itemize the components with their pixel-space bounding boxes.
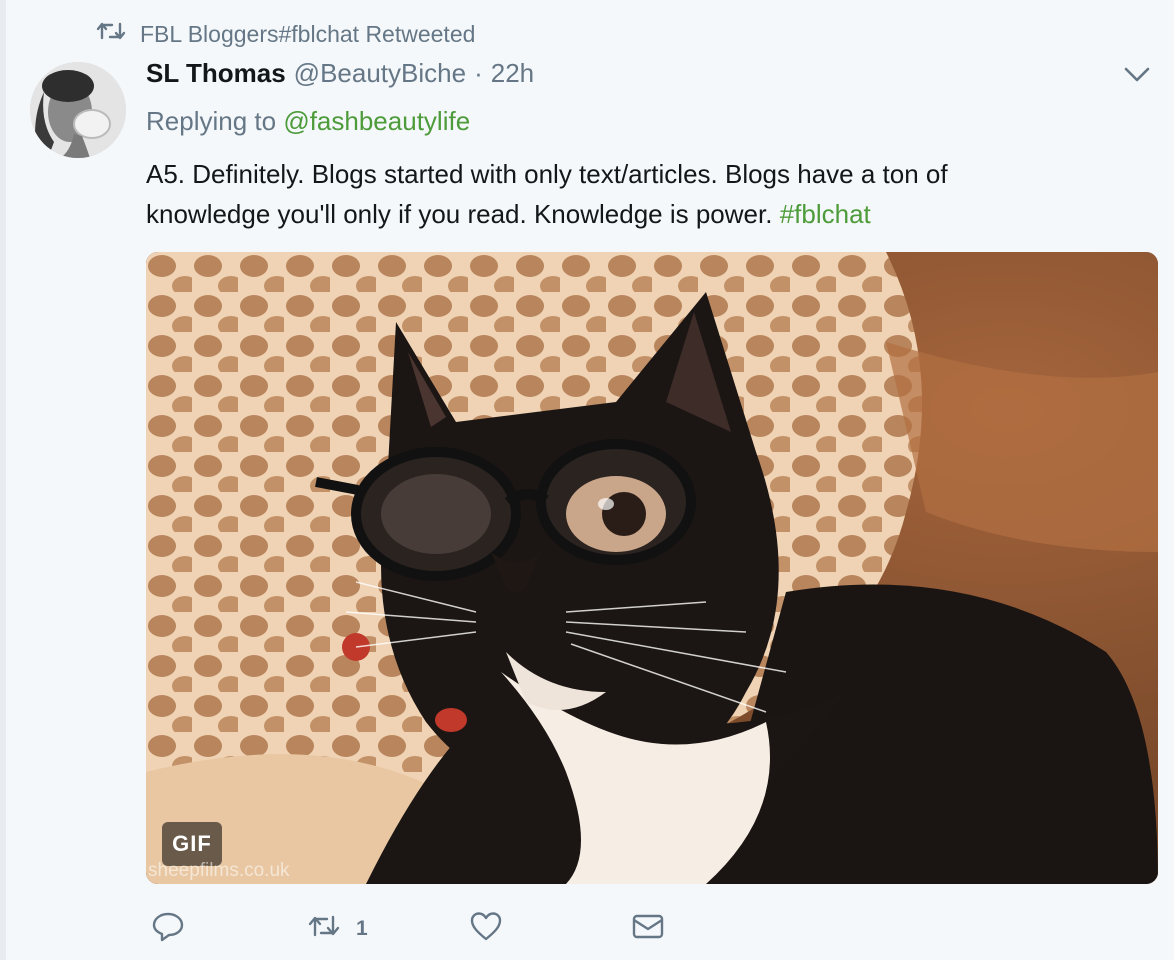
avatar[interactable] (30, 62, 126, 158)
retweet-context-text[interactable]: FBL Bloggers#fblchat Retweeted (140, 21, 475, 48)
hashtag-link[interactable]: #fblchat (780, 199, 871, 229)
tweet-timestamp[interactable]: 22h (491, 58, 534, 89)
like-button[interactable] (468, 906, 504, 952)
separator-dot: · (474, 58, 483, 88)
direct-message-button[interactable] (630, 906, 666, 952)
tweet-menu-button[interactable] (1120, 62, 1154, 92)
tweet[interactable]: FBL Bloggers#fblchat Retweeted SL Thomas… (0, 0, 1174, 960)
retweet-icon (96, 20, 126, 48)
author-handle[interactable]: @BeautyBiche (294, 58, 466, 89)
author-fullname[interactable]: SL Thomas (146, 58, 286, 89)
chevron-down-icon (1124, 67, 1150, 88)
tweet-actions: 1 (146, 906, 706, 952)
retweet-icon (306, 908, 342, 950)
retweet-count: 1 (356, 917, 368, 940)
reply-mention-link[interactable]: @fashbeautylife (283, 106, 470, 136)
cat-gif-image (146, 252, 1158, 884)
heart-icon (468, 908, 504, 950)
reply-icon (150, 908, 186, 950)
envelope-icon (630, 908, 666, 950)
reply-button[interactable] (150, 906, 186, 952)
retweet-button[interactable]: 1 (306, 906, 368, 952)
tweet-header: SL Thomas @BeautyBiche · 22h (146, 58, 534, 94)
gif-media[interactable]: GIF sheepfilms.co.uk (146, 252, 1158, 884)
tweet-text: A5. Definitely. Blogs started with only … (146, 154, 1066, 234)
retweet-context: FBL Bloggers#fblchat Retweeted (96, 18, 475, 50)
media-watermark: sheepfilms.co.uk (148, 860, 290, 881)
reply-context-prefix: Replying to (146, 106, 284, 136)
reply-context: Replying to @fashbeautylife (146, 106, 470, 137)
timeline-divider (0, 0, 6, 960)
